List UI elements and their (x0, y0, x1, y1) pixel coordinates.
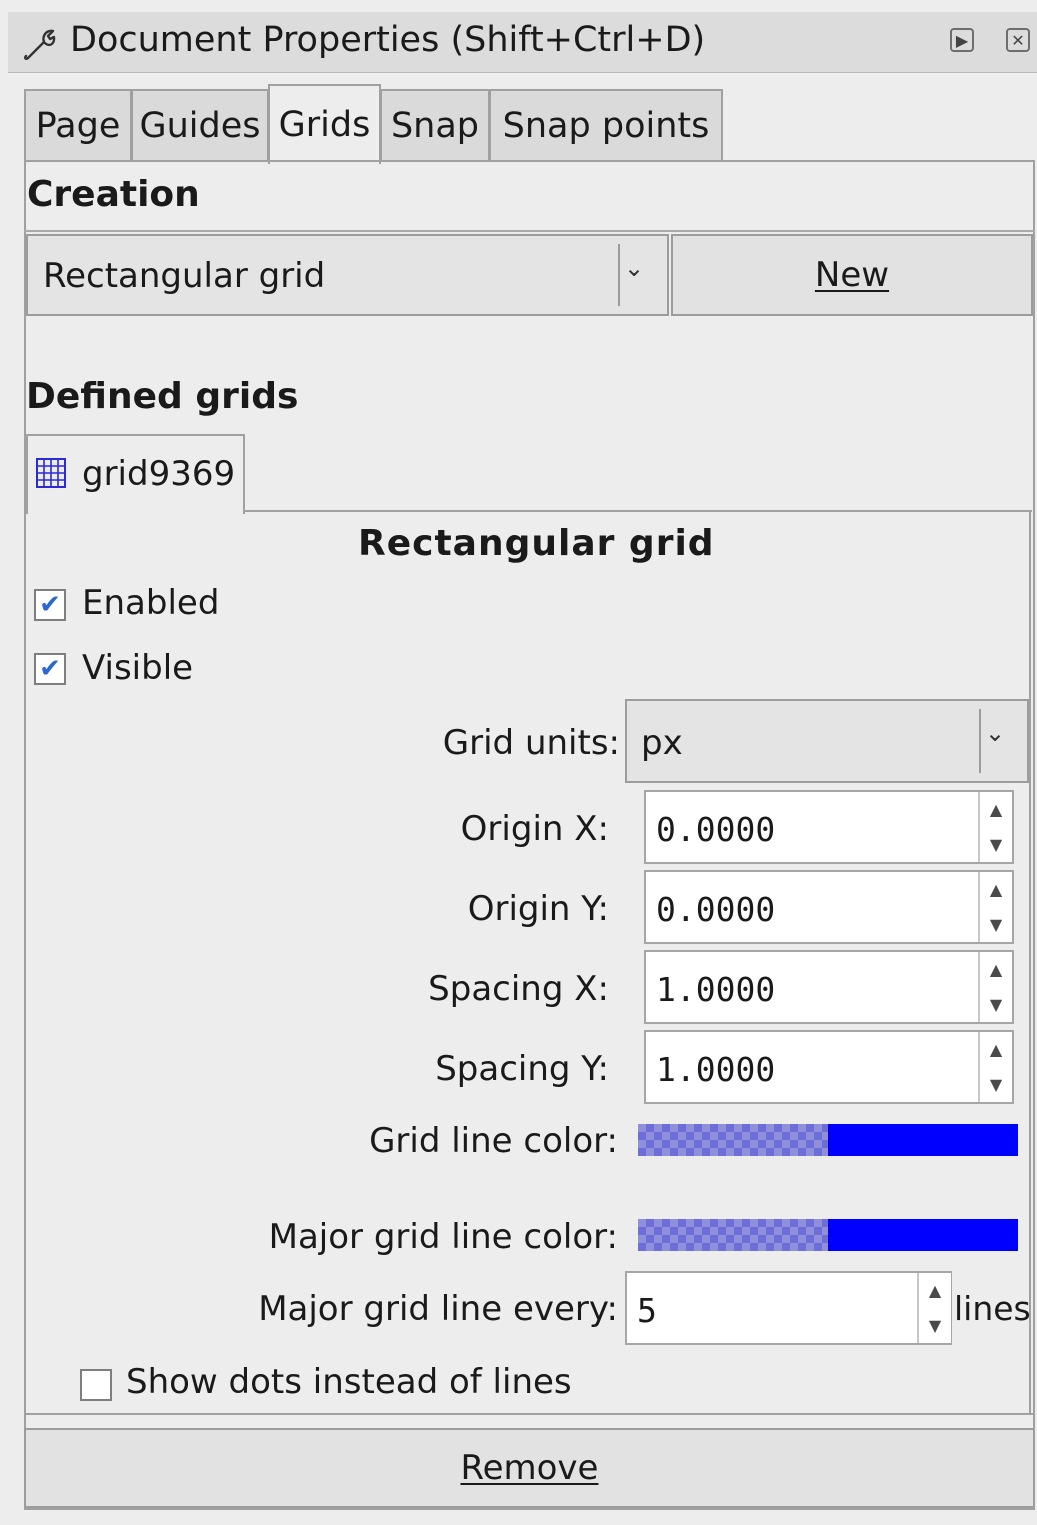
visible-label[interactable]: Visible (82, 648, 193, 688)
remove-divider (24, 1413, 1035, 1415)
grid-tab-line (244, 510, 1032, 512)
spacing-y-value: 1.0000 (656, 1050, 776, 1089)
major-every-field[interactable]: 5 ▲ ▼ (625, 1271, 952, 1345)
new-button-label: New (814, 255, 890, 295)
chevron-down-icon: ⌄ (985, 719, 1006, 747)
origin-y-field[interactable]: 0.0000 ▲ ▼ (644, 870, 1014, 944)
tab-page[interactable]: Page (24, 89, 132, 160)
close-button[interactable]: ✕ (1006, 28, 1030, 52)
grid-line-color-label: Grid line color: (369, 1121, 618, 1161)
grid-tab-label: grid9369 (82, 454, 236, 494)
grid-type-select[interactable]: Rectangular grid ⌄ (26, 234, 669, 316)
grid-units-label: Grid units: (442, 723, 620, 763)
chevron-down-icon[interactable]: ▼ (980, 827, 1012, 862)
chevron-up-icon[interactable]: ▲ (980, 872, 1012, 907)
tab-snap[interactable]: Snap (380, 89, 490, 160)
grid-icon (36, 458, 66, 488)
show-dots-checkbox[interactable] (80, 1369, 112, 1401)
remove-button-label: Remove (460, 1448, 599, 1488)
select-separator (979, 709, 981, 773)
chevron-up-icon[interactable]: ▲ (980, 792, 1012, 827)
origin-y-label: Origin Y: (467, 889, 609, 929)
origin-y-value: 0.0000 (656, 890, 776, 929)
grid-type-value: Rectangular grid (43, 256, 326, 296)
chevron-down-icon[interactable]: ▼ (980, 1067, 1012, 1102)
chevron-down-icon[interactable]: ▼ (919, 1308, 951, 1343)
window-title: Document Properties (Shift+Ctrl+D) (70, 20, 706, 60)
creation-heading: Creation (27, 174, 200, 215)
tab-snap-points[interactable]: Snap points (489, 89, 723, 160)
select-separator (618, 244, 620, 306)
spacing-x-label: Spacing X: (428, 969, 609, 1009)
color-solid (828, 1124, 1018, 1156)
major-every-unit: lines (954, 1289, 1031, 1328)
origin-x-field[interactable]: 0.0000 ▲ ▼ (644, 790, 1014, 864)
detach-button[interactable]: ▶ (950, 28, 974, 52)
check-icon: ✔ (39, 590, 61, 620)
tab-guides[interactable]: Guides (131, 89, 269, 160)
origin-y-stepper[interactable]: ▲ ▼ (978, 872, 1012, 942)
chevron-down-icon[interactable]: ▼ (980, 907, 1012, 942)
grid-units-select[interactable]: px ⌄ (625, 699, 1029, 783)
origin-x-stepper[interactable]: ▲ ▼ (978, 792, 1012, 862)
origin-x-value: 0.0000 (656, 810, 776, 849)
close-icon: ✕ (1011, 30, 1025, 50)
spacing-x-stepper[interactable]: ▲ ▼ (978, 952, 1012, 1022)
grid-line-color-button[interactable] (638, 1124, 1018, 1156)
grid-units-value: px (641, 723, 683, 763)
new-grid-button[interactable]: New (671, 234, 1033, 316)
major-every-label: Major grid line every: (258, 1289, 618, 1329)
tab-grids[interactable]: Grids (268, 84, 381, 164)
major-every-stepper[interactable]: ▲ ▼ (917, 1273, 951, 1343)
chevron-up-icon[interactable]: ▲ (980, 1032, 1012, 1067)
play-icon: ▶ (955, 30, 969, 50)
wrench-icon (23, 29, 56, 61)
major-every-value: 5 (637, 1291, 657, 1330)
grid-settings-heading: Rectangular grid (358, 523, 715, 564)
chevron-down-icon: ⌄ (624, 254, 645, 282)
spacing-x-field[interactable]: 1.0000 ▲ ▼ (644, 950, 1014, 1024)
visible-checkbox[interactable]: ✔ (34, 653, 66, 685)
check-icon: ✔ (39, 654, 61, 684)
alpha-checker (638, 1124, 828, 1156)
chevron-down-icon[interactable]: ▼ (980, 987, 1012, 1022)
origin-x-label: Origin X: (460, 809, 609, 849)
alpha-checker (638, 1219, 828, 1251)
chevron-up-icon[interactable]: ▲ (980, 952, 1012, 987)
spacing-x-value: 1.0000 (656, 970, 776, 1009)
remove-button[interactable]: Remove (24, 1428, 1035, 1508)
creation-divider (24, 230, 1035, 232)
tab-grid9369[interactable]: grid9369 (26, 434, 245, 514)
chevron-up-icon[interactable]: ▲ (919, 1273, 951, 1308)
show-dots-label[interactable]: Show dots instead of lines (126, 1362, 572, 1402)
enabled-label[interactable]: Enabled (82, 583, 219, 623)
enabled-checkbox[interactable]: ✔ (34, 589, 66, 621)
major-grid-line-color-label: Major grid line color: (268, 1217, 618, 1257)
defined-grids-heading: Defined grids (26, 376, 299, 417)
spacing-y-stepper[interactable]: ▲ ▼ (978, 1032, 1012, 1102)
major-grid-line-color-button[interactable] (638, 1219, 1018, 1251)
grid-frame-right (1029, 510, 1031, 1415)
color-solid (828, 1219, 1018, 1251)
spacing-y-label: Spacing Y: (435, 1049, 609, 1089)
spacing-y-field[interactable]: 1.0000 ▲ ▼ (644, 1030, 1014, 1104)
